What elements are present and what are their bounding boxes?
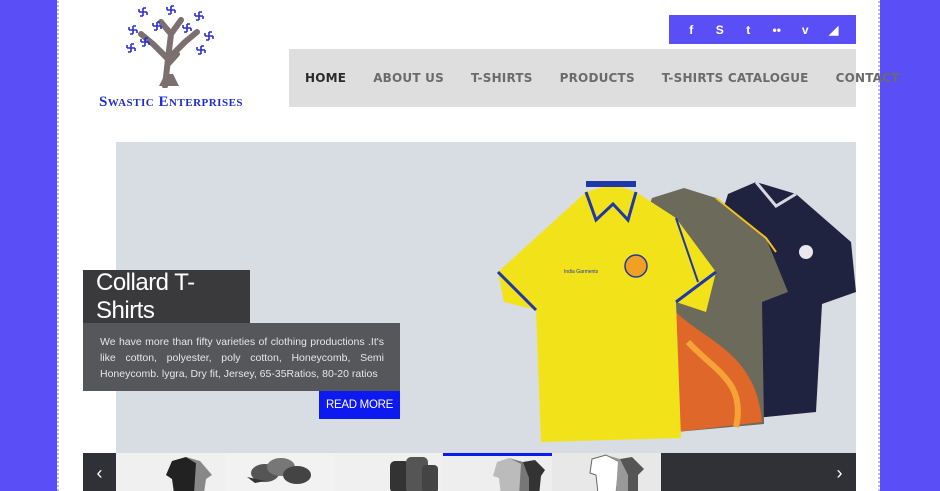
flickr-icon[interactable]: •• [768,23,786,37]
brand-name: Swastic Enterprises [98,94,244,110]
logo[interactable]: Swastic Enterprises [91,4,251,110]
nav-products[interactable]: PRODUCTS [560,71,635,85]
thumbnail-bags[interactable] [334,453,443,491]
collar-shirt-thumb-icon [443,456,552,491]
thumbnail-caps[interactable] [225,453,334,491]
social-bar: f S t •• v ◢ [669,15,856,44]
jersey-thumb-icon [552,453,661,491]
facebook-icon[interactable]: f [682,23,700,37]
slide-title: Collard T-Shirts [83,269,250,324]
prev-arrow-icon[interactable]: ‹ [83,453,116,491]
shirt-logo-text: India Garments [564,269,599,275]
bag-thumb-icon [334,453,443,491]
nav-home[interactable]: HOME [305,71,346,85]
next-arrow-icon[interactable]: › [823,453,856,491]
rss-icon[interactable]: ◢ [825,23,843,37]
slide-description: We have more than fifty varieties of clo… [83,323,400,391]
thumbnail-strip-filler [661,453,823,491]
tree-logo-icon [126,5,214,88]
tumblr-icon[interactable]: t [739,23,757,37]
main-nav: HOME ABOUT US T-SHIRTS PRODUCTS T-SHIRTS… [289,49,899,107]
thumbnail-collar-tshirts[interactable] [443,453,552,491]
nav-about-us[interactable]: ABOUT US [373,71,444,85]
nav-t-shirts[interactable]: T-SHIRTS [471,71,533,85]
tshirt-thumb-icon [116,453,225,491]
nav-t-shirts-catalogue[interactable]: T-SHIRTS CATALOGUE [662,71,809,85]
thumbnail-tshirts[interactable] [116,453,225,491]
thumbnail-strip: ‹ › [83,453,856,491]
read-more-button[interactable]: Read More [319,391,400,419]
cap-thumb-icon [225,453,334,491]
nav-contact[interactable]: CONTACT [836,71,900,85]
vimeo-icon[interactable]: v [796,23,814,37]
thumbnail-sports-jerseys[interactable] [552,453,661,491]
page-container: Swastic Enterprises f S t •• v ◢ HOME AB… [57,0,899,491]
skype-icon[interactable]: S [711,23,729,37]
